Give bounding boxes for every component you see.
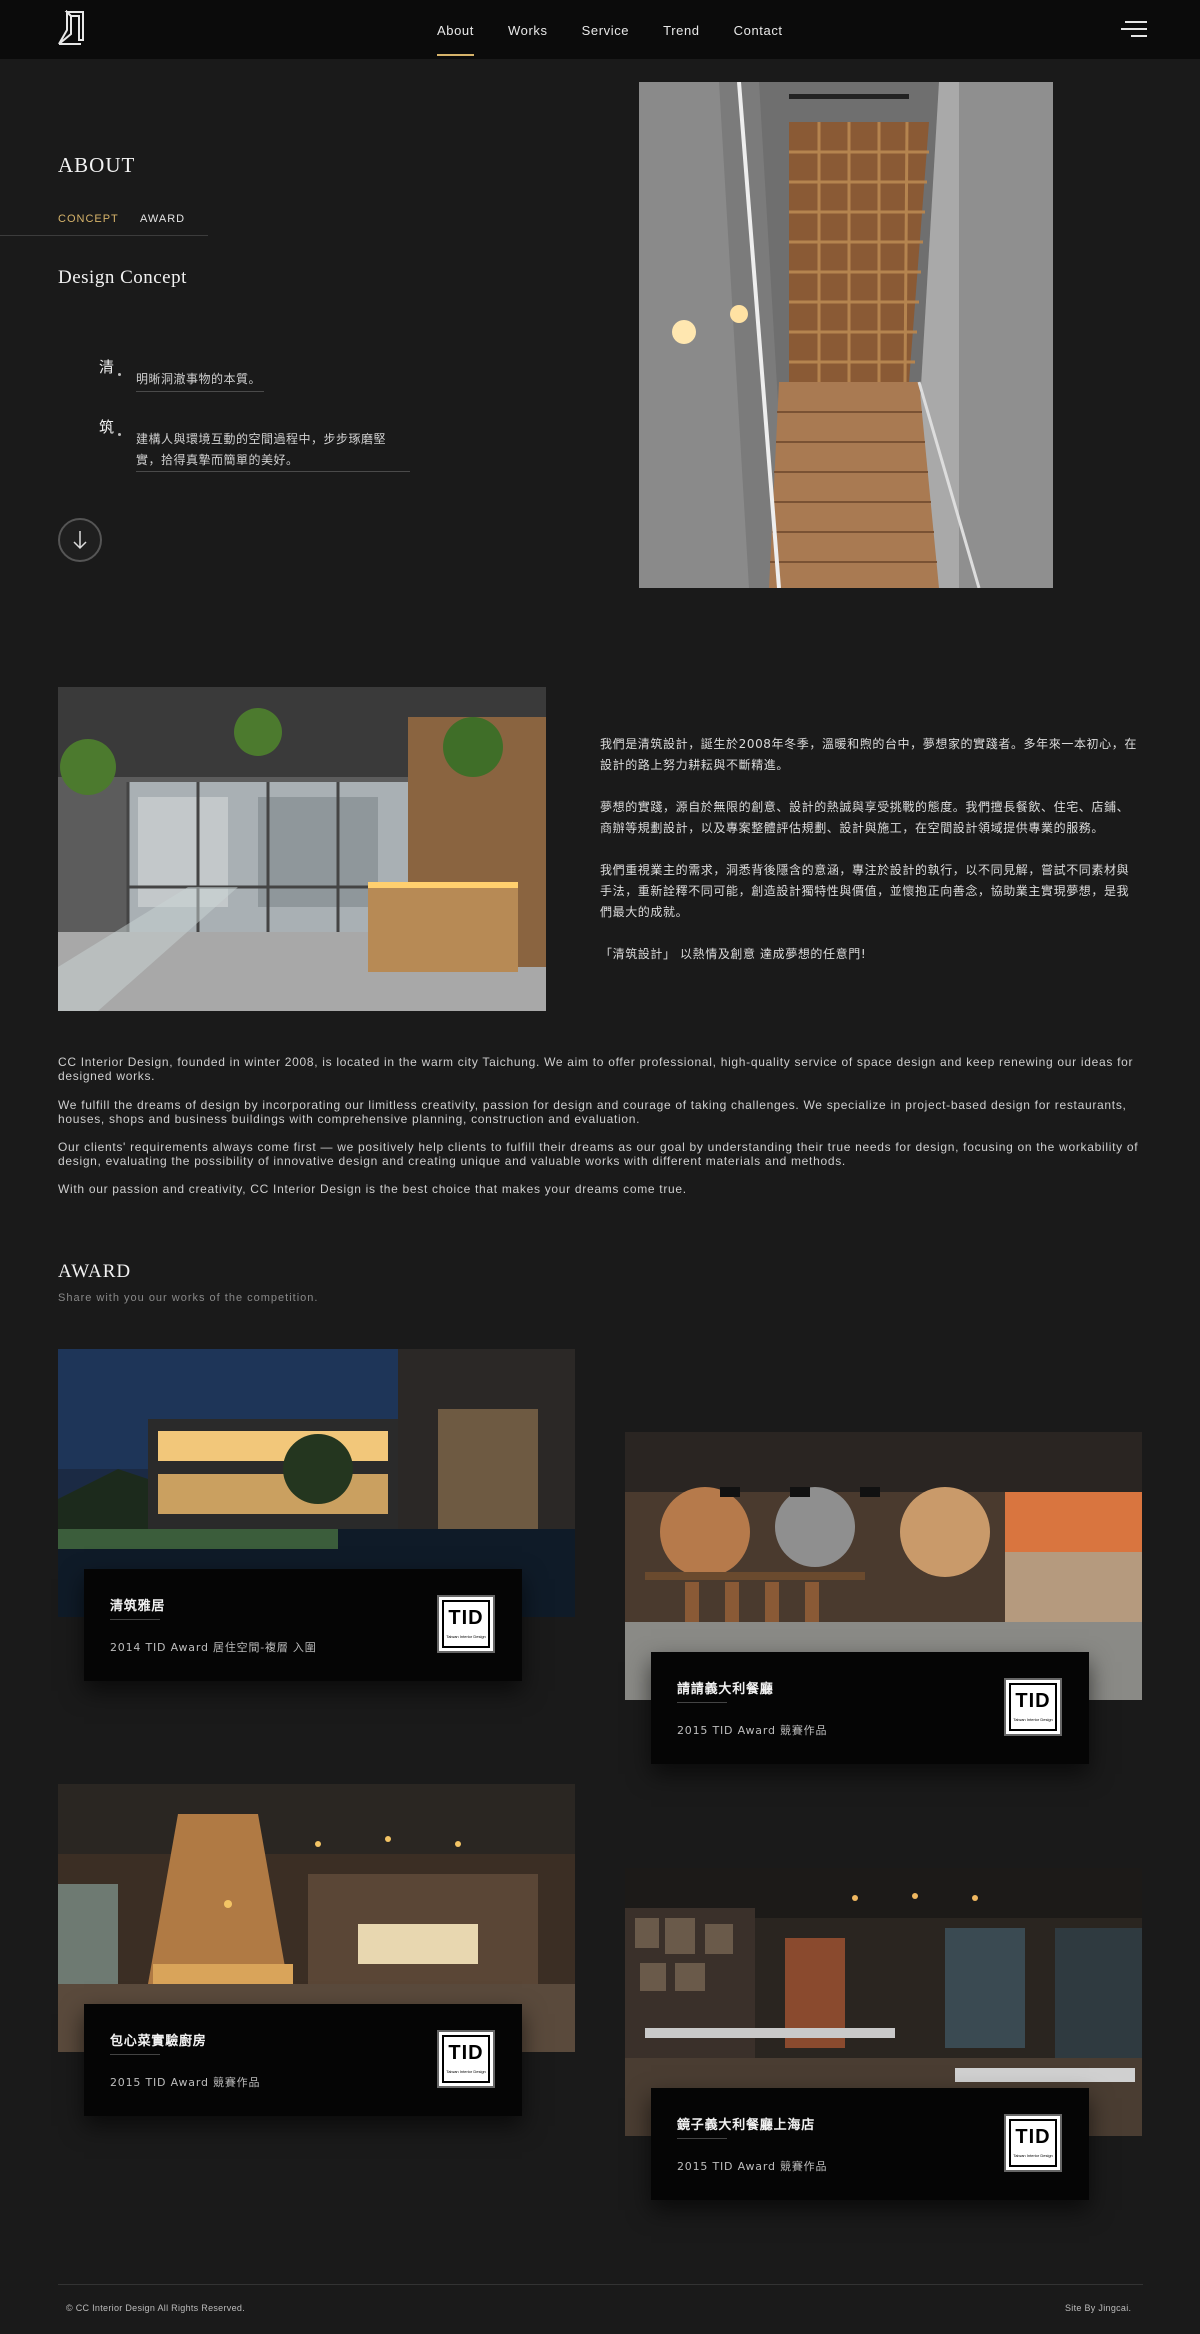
award-info-card[interactable]: 清筑雅居 2014 TID Award 居住空間-複層 入圍 TID Taiwan… [84, 1569, 522, 1681]
award-underline [110, 2054, 160, 2055]
award-underline [677, 2138, 727, 2139]
nav-works[interactable]: Works [508, 23, 548, 38]
concept-text-qing: 明晰洞澈事物的本質。 [136, 372, 262, 386]
tab-award[interactable]: AWARD [140, 213, 185, 225]
intro-en-1: CC Interior Design, founded in winter 20… [58, 1055, 1134, 1083]
footer-copyright: © CC Interior Design All Rights Reserved… [66, 2303, 245, 2313]
award-name: 包心菜實驗廚房 [110, 2034, 207, 2049]
award-desc: 2015 TID Award 競賽作品 [677, 1724, 828, 1737]
scroll-down-button[interactable] [58, 518, 102, 562]
intro-cn-3: 我們重視業主的需求，洞悉背後隱含的意涵，專注於設計的執行，以不同見解，嘗試不同素… [600, 863, 1130, 919]
about-tabs: CONCEPT AWARD [0, 210, 208, 236]
footer-divider [58, 2284, 1143, 2285]
concept-underline [136, 471, 410, 472]
award-desc: 2015 TID Award 競賽作品 [677, 2160, 828, 2173]
nav-contact[interactable]: Contact [734, 23, 783, 38]
concept-heading: Design Concept [58, 267, 187, 288]
intro-cn-2: 夢想的實踐，源自於無限的創意、設計的熱誠與享受挑戰的態度。我們擅長餐飲、住宅、店… [600, 800, 1130, 835]
intro-cn-1: 我們是清筑設計，誕生於2008年冬季，溫暖和煦的台中，夢想家的實踐者。多年來一本… [600, 737, 1137, 772]
tab-concept[interactable]: CONCEPT [58, 213, 119, 225]
nav-trend[interactable]: Trend [663, 23, 699, 38]
intro-en-4: With our passion and creativity, CC Inte… [58, 1182, 687, 1196]
footer-credit[interactable]: Site By Jingcai. [1065, 2303, 1131, 2313]
site-header: About Works Service Trend Contact [0, 0, 1200, 59]
tid-badge-icon: TID Taiwan Interior Design [437, 2030, 495, 2088]
nav-service[interactable]: Service [582, 23, 630, 38]
arrow-down-icon [73, 531, 87, 550]
award-desc: 2015 TID Award 競賽作品 [110, 2076, 261, 2089]
award-name: 請請義大利餐廳 [677, 1682, 774, 1697]
about-title: ABOUT [58, 153, 136, 177]
concept-dot [118, 373, 121, 376]
interior-photo [58, 687, 546, 1011]
award-card: 鏡子義大利餐廳上海店 2015 TID Award 競賽作品 TID Taiwan… [625, 1868, 1142, 2216]
award-card: 請請義大利餐廳 2015 TID Award 競賽作品 TID Taiwan In… [625, 1432, 1142, 1780]
concept-dot [118, 433, 121, 436]
concept-text-zhu-2: 實，拾得真摯而簡單的美好。 [136, 453, 299, 467]
intro-en-3: Our clients' requirements always come fi… [58, 1140, 1139, 1168]
tid-badge-icon: TID Taiwan Interior Design [437, 1595, 495, 1653]
concept-underline [136, 391, 264, 392]
intro-en-2: We fulfill the dreams of design by incor… [58, 1098, 1127, 1126]
hamburger-menu-icon[interactable] [1121, 19, 1147, 39]
tid-badge-icon: TID Taiwan Interior Design [1004, 2114, 1062, 2172]
concept-text-zhu-1: 建構人與環境互動的空間過程中，步步琢磨堅 [136, 432, 387, 446]
concept-char-zhu: 筑 [99, 418, 115, 436]
intro-cn-4: 「清筑設計」 以熱情及創意 達成夢想的任意門! [600, 947, 867, 961]
concept-char-qing: 清 [99, 358, 115, 376]
award-name: 鏡子義大利餐廳上海店 [677, 2118, 816, 2133]
award-underline [677, 1702, 727, 1703]
award-info-card[interactable]: 請請義大利餐廳 2015 TID Award 競賽作品 TID Taiwan In… [651, 1652, 1089, 1764]
award-underline [110, 1619, 160, 1620]
award-title: AWARD [58, 1261, 132, 1282]
award-name: 清筑雅居 [110, 1599, 166, 1614]
award-desc: 2014 TID Award 居住空間-複層 入圍 [110, 1641, 317, 1654]
staircase-photo [639, 82, 1053, 588]
tid-badge-icon: TID Taiwan Interior Design [1004, 1678, 1062, 1736]
award-info-card[interactable]: 包心菜實驗廚房 2015 TID Award 競賽作品 TID Taiwan In… [84, 2004, 522, 2116]
nav-about[interactable]: About [437, 23, 474, 56]
award-card: 清筑雅居 2014 TID Award 居住空間-複層 入圍 TID Taiwan… [58, 1349, 575, 1697]
main-nav: About Works Service Trend Contact [437, 23, 817, 56]
award-info-card[interactable]: 鏡子義大利餐廳上海店 2015 TID Award 競賽作品 TID Taiwan… [651, 2088, 1089, 2200]
award-subtitle: Share with you our works of the competit… [58, 1292, 319, 1304]
award-card: 包心菜實驗廚房 2015 TID Award 競賽作品 TID Taiwan In… [58, 1784, 575, 2132]
logo-icon[interactable] [55, 10, 87, 46]
